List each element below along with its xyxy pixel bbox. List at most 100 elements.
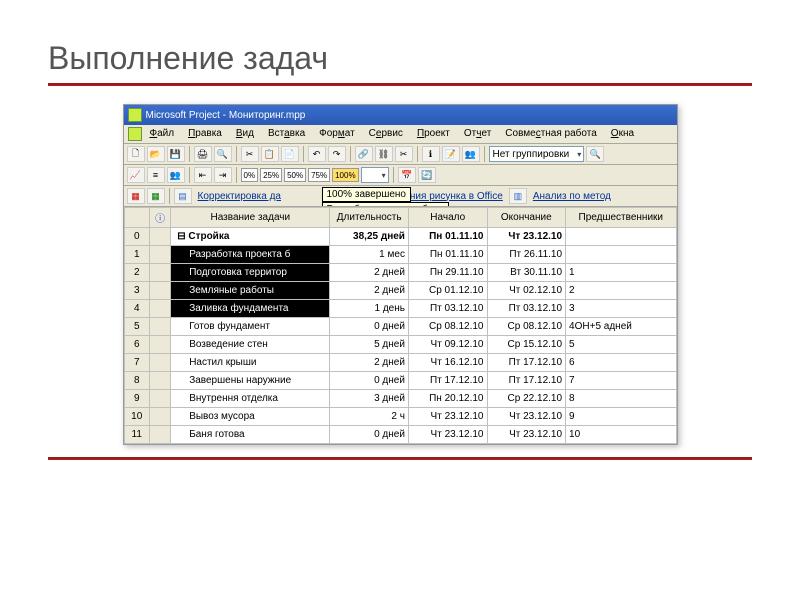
chart-icon[interactable]: 📈	[127, 167, 145, 183]
menu-service[interactable]: Сервис	[363, 127, 409, 141]
col-name[interactable]: Название задачи	[171, 208, 330, 228]
menu-project[interactable]: Проект	[411, 127, 456, 141]
cell-name[interactable]: Завершены наружние	[171, 372, 330, 390]
unlink-icon[interactable]: ⛓	[375, 146, 393, 162]
row-info[interactable]	[149, 354, 170, 372]
row-info[interactable]	[149, 282, 170, 300]
row-info[interactable]	[149, 246, 170, 264]
link-icon[interactable]: 🔗	[355, 146, 373, 162]
grouping-combo[interactable]: Нет группировки	[489, 146, 585, 162]
cell-name[interactable]: Готов фундамент	[171, 318, 330, 336]
col-end[interactable]: Окончание	[487, 208, 566, 228]
cell-end[interactable]: Ср 15.12.10	[487, 336, 566, 354]
cell-name[interactable]: Заливка фундамента	[171, 300, 330, 318]
cell-end[interactable]: Чт 23.12.10	[487, 408, 566, 426]
cell-dur[interactable]: 5 дней	[330, 336, 409, 354]
zoom-combo[interactable]	[361, 167, 389, 183]
row-info[interactable]	[149, 372, 170, 390]
zoom-0[interactable]: 0%	[241, 168, 259, 182]
chart3-icon[interactable]: ▥	[509, 188, 527, 204]
row-info[interactable]	[149, 390, 170, 408]
cell-name[interactable]: Земляные работы	[171, 282, 330, 300]
cell-pred[interactable]: 10	[566, 426, 676, 444]
zoom-25[interactable]: 25%	[260, 168, 282, 182]
cell-name[interactable]: Внутрення отделка	[171, 390, 330, 408]
row-number[interactable]: 0	[124, 228, 149, 246]
cell-name[interactable]: Настил крыши	[171, 354, 330, 372]
xls-icon[interactable]: ▦	[147, 188, 165, 204]
table-row[interactable]: 6Возведение стен5 днейЧт 09.12.10Ср 15.1…	[124, 336, 676, 354]
open-icon[interactable]: 📂	[147, 146, 165, 162]
assign-icon[interactable]: 👥	[462, 146, 480, 162]
table-row[interactable]: 4Заливка фундамента1 деньПт 03.12.10Пт 0…	[124, 300, 676, 318]
link-analysis[interactable]: Анализ по метод	[529, 191, 615, 202]
cell-pred[interactable]: 8	[566, 390, 676, 408]
zoom-75[interactable]: 75%	[308, 168, 330, 182]
cell-pred[interactable]: 9	[566, 408, 676, 426]
cell-start[interactable]: Пн 01.11.10	[408, 228, 487, 246]
indent-left-icon[interactable]: ⇤	[194, 167, 212, 183]
menu-report[interactable]: Отчет	[458, 127, 497, 141]
cell-start[interactable]: Чт 16.12.10	[408, 354, 487, 372]
split-icon[interactable]: ✂	[395, 146, 413, 162]
row-number[interactable]: 5	[124, 318, 149, 336]
task-grid[interactable]: ⓘ Название задачи Длительность Начало Ок…	[124, 207, 677, 444]
new-icon[interactable]: 🗋	[127, 146, 145, 162]
table-row[interactable]: 9Внутрення отделка3 днейПн 20.12.10Ср 22…	[124, 390, 676, 408]
cell-dur[interactable]: 2 дней	[330, 282, 409, 300]
cell-pred[interactable]: 5	[566, 336, 676, 354]
menu-bar[interactable]: Файл Правка Вид Вставка Формат Сервис Пр…	[124, 125, 677, 144]
cell-start[interactable]: Ср 01.12.10	[408, 282, 487, 300]
pdf-icon[interactable]: ▦	[127, 188, 145, 204]
row-number[interactable]: 4	[124, 300, 149, 318]
cell-start[interactable]: Ср 08.12.10	[408, 318, 487, 336]
table-row[interactable]: 11Баня готова0 днейЧт 23.12.10Чт 23.12.1…	[124, 426, 676, 444]
table-row[interactable]: 10Вывоз мусора2 чЧт 23.12.10Чт 23.12.109	[124, 408, 676, 426]
row-info[interactable]	[149, 408, 170, 426]
cell-pred[interactable]: 3	[566, 300, 676, 318]
cell-start[interactable]: Пт 03.12.10	[408, 300, 487, 318]
row-number[interactable]: 11	[124, 426, 149, 444]
cell-end[interactable]: Ср 22.12.10	[487, 390, 566, 408]
preview-icon[interactable]: 🔍	[214, 146, 232, 162]
cell-end[interactable]: Вт 30.11.10	[487, 264, 566, 282]
cell-pred[interactable]: 2	[566, 282, 676, 300]
menu-insert[interactable]: Вставка	[262, 127, 311, 141]
col-info[interactable]: ⓘ	[149, 208, 170, 228]
col-pred[interactable]: Предшественники	[566, 208, 676, 228]
cell-start[interactable]: Пн 01.11.10	[408, 246, 487, 264]
zoom-icon[interactable]: 🔍	[586, 146, 604, 162]
cell-dur[interactable]: 3 дней	[330, 390, 409, 408]
row-info[interactable]	[149, 300, 170, 318]
cell-pred[interactable]	[566, 228, 676, 246]
row-info[interactable]	[149, 228, 170, 246]
cell-end[interactable]: Ср 08.12.10	[487, 318, 566, 336]
menu-collab[interactable]: Совместная работа	[499, 127, 603, 141]
cell-end[interactable]: Пт 03.12.10	[487, 300, 566, 318]
row-number[interactable]: 3	[124, 282, 149, 300]
chart2-icon[interactable]: ▤	[174, 188, 192, 204]
row-info[interactable]	[149, 426, 170, 444]
undo-icon[interactable]: ↶	[308, 146, 326, 162]
row-number[interactable]: 1	[124, 246, 149, 264]
cell-start[interactable]: Чт 23.12.10	[408, 426, 487, 444]
row-number[interactable]: 10	[124, 408, 149, 426]
cell-end[interactable]: Чт 02.12.10	[487, 282, 566, 300]
menu-edit[interactable]: Правка	[182, 127, 228, 141]
row-number[interactable]: 8	[124, 372, 149, 390]
cell-dur[interactable]: 0 дней	[330, 426, 409, 444]
row-number[interactable]: 6	[124, 336, 149, 354]
update-icon[interactable]: 🔄	[418, 167, 436, 183]
cell-dur[interactable]: 2 дней	[330, 354, 409, 372]
cell-pred[interactable]: 6	[566, 354, 676, 372]
cell-end[interactable]: Чт 23.12.10	[487, 426, 566, 444]
cell-dur[interactable]: 38,25 дней	[330, 228, 409, 246]
row-info[interactable]	[149, 318, 170, 336]
col-dur[interactable]: Длительность	[330, 208, 409, 228]
cell-dur[interactable]: 2 дней	[330, 264, 409, 282]
cell-dur[interactable]: 1 день	[330, 300, 409, 318]
cell-end[interactable]: Пт 26.11.10	[487, 246, 566, 264]
zoom-50[interactable]: 50%	[284, 168, 306, 182]
save-icon[interactable]: 💾	[167, 146, 185, 162]
cell-pred[interactable]: 7	[566, 372, 676, 390]
